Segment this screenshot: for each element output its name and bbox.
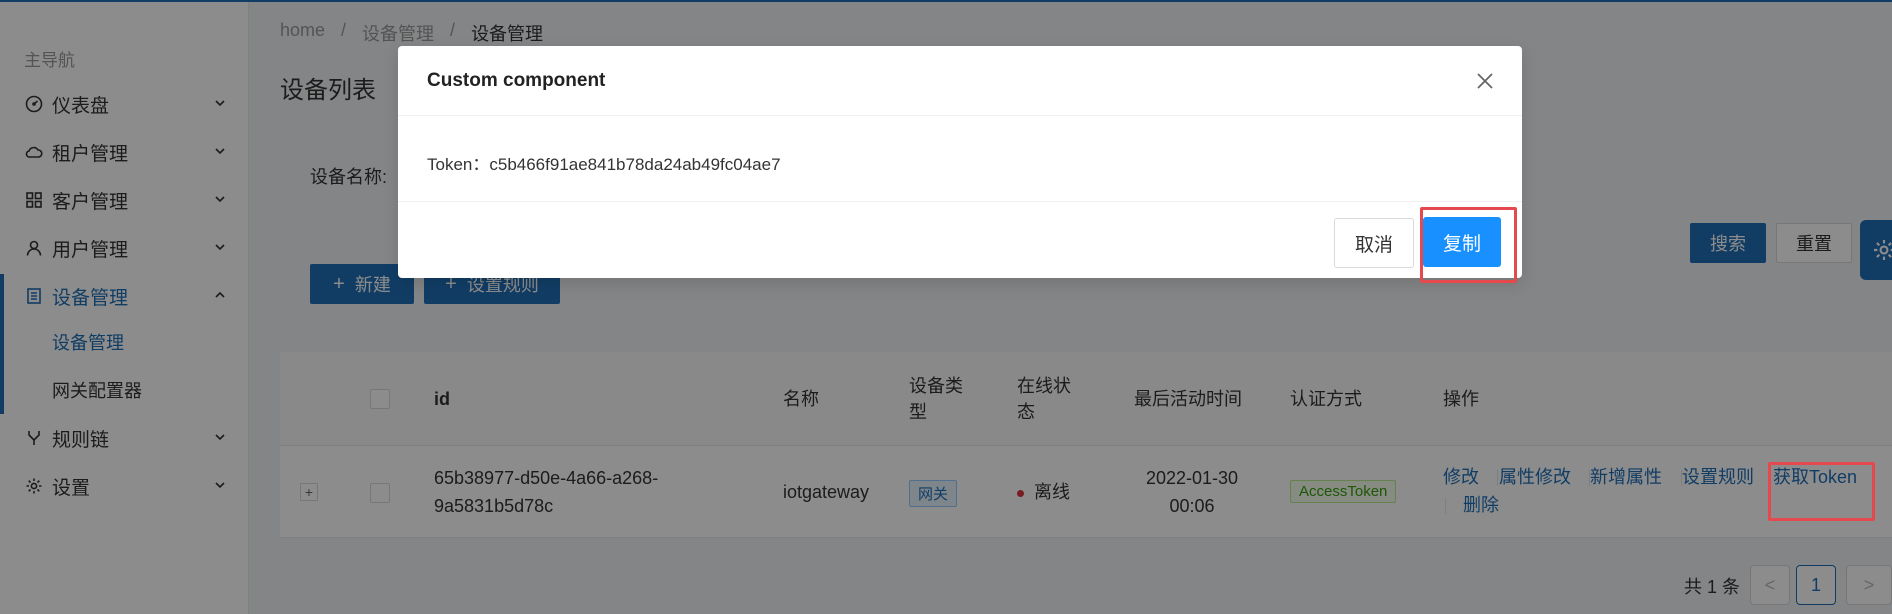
token-modal: Custom component Token：c5b466f91ae841b78…: [398, 46, 1522, 278]
highlight-get-token: [1768, 462, 1875, 521]
token-text: Token：c5b466f91ae841b78da24ab49fc04ae7: [427, 155, 781, 174]
close-icon[interactable]: [1474, 70, 1496, 92]
highlight-copy-button: [1420, 207, 1517, 283]
modal-header: Custom component: [398, 46, 1522, 116]
modal-title: Custom component: [427, 70, 606, 91]
cancel-button[interactable]: 取消: [1334, 218, 1414, 268]
